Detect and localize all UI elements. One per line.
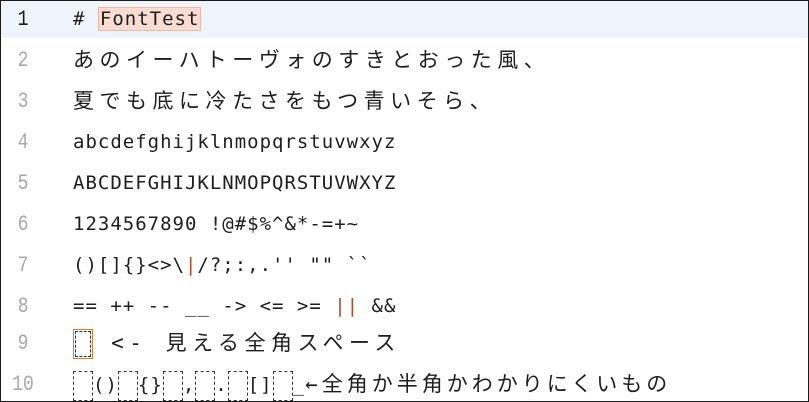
line-number: 7 — [17, 253, 29, 278]
editor-line-9[interactable]: 9 <- 見える全角スペース — [1, 325, 808, 362]
editor-line-1[interactable]: 1 # FontTest — [1, 1, 808, 38]
heading-marker: # — [73, 8, 98, 30]
fullwidth-space-marker — [162, 370, 183, 401]
editor-line-10[interactable]: 10 () {},. [] _←全角か半角かわかりにくいもの — [1, 366, 808, 401]
fullwidth-space-marker — [195, 370, 216, 401]
fullwidth-space-marker — [73, 329, 93, 359]
line-text[interactable]: abcdefghijklnmopqrstuvwxyz — [73, 124, 396, 161]
fw-char: } — [150, 374, 163, 396]
line-number: 6 — [17, 212, 29, 237]
editor-line-5[interactable]: 5 ABCDEFGHIJKLNMOPQRSTUVWXYZ — [1, 165, 808, 202]
code-editor[interactable]: 1 # FontTest 2 あのイーハトーヴォのすきとおった風、 3 夏でも底… — [0, 0, 809, 402]
line-number: 4 — [17, 130, 29, 155]
editor-line-6[interactable]: 6 1234567890 !@#$%^&*-=+~ — [1, 206, 808, 243]
editor-line-4[interactable]: 4 abcdefghijklnmopqrstuvwxyz — [1, 124, 808, 161]
fw-char: . — [215, 374, 228, 396]
fullwidth-space-marker — [117, 370, 138, 401]
bar-char: || — [334, 295, 360, 317]
text-segment: && — [359, 295, 397, 317]
line-text[interactable]: 1234567890 !@#$%^&*-=+~ — [73, 206, 359, 243]
text-segment: /?;:,.'' "" `` — [197, 254, 372, 276]
fw-char: { — [137, 374, 151, 396]
line-number: 2 — [17, 48, 29, 73]
editor-line-3[interactable]: 3 夏でも底に冷たさをもつ青いそら、 — [1, 83, 808, 120]
line-text[interactable]: ()[]{}<>\|/?;:,.'' "" `` — [73, 247, 372, 284]
line-text[interactable]: ABCDEFGHIJKLNMOPQRSTUVWXYZ — [73, 165, 396, 202]
fw-char: ) — [105, 374, 118, 396]
editor-line-7[interactable]: 7 ()[]{}<>\|/?;:,.'' "" `` — [1, 247, 808, 284]
fw-char: ( — [93, 374, 106, 396]
editor-line-2[interactable]: 2 あのイーハトーヴォのすきとおった風、 — [1, 42, 808, 79]
line-number: 3 — [17, 89, 29, 114]
fullwidth-space-marker — [227, 370, 248, 401]
line-text[interactable]: <- 見える全角スペース — [73, 325, 401, 362]
fw-char: [ — [247, 374, 261, 396]
bar-char: | — [184, 254, 198, 276]
fw-char: , — [182, 374, 196, 396]
line-number: 5 — [17, 171, 29, 196]
fullwidth-space-marker — [73, 370, 93, 401]
line-text[interactable]: 夏でも底に冷たさをもつ青いそら、 — [73, 83, 496, 120]
editor-line-8[interactable]: 8 == ++ -- __ -> <= >= || && — [1, 288, 808, 325]
fullwidth-space-marker — [272, 370, 293, 401]
line-number: 8 — [17, 294, 29, 319]
line-number: 10 — [12, 372, 34, 397]
line-number: 9 — [17, 331, 29, 356]
fw-char: ] — [260, 374, 273, 396]
fw-char: _ — [292, 374, 306, 396]
text-segment: ()[]{}<>\ — [73, 254, 185, 276]
text-segment: <- 見える全角スペース — [93, 331, 401, 355]
line-text[interactable]: == ++ -- __ -> <= >= || && — [73, 288, 396, 325]
search-highlight: FontTest — [97, 7, 202, 31]
text-segment: ←全角か半角かわかりにくいもの — [305, 372, 672, 396]
line-text[interactable]: () {},. [] _←全角か半角かわかりにくいもの — [73, 366, 672, 401]
line-text[interactable]: # FontTest — [73, 1, 202, 38]
line-text[interactable]: あのイーハトーヴォのすきとおった風、 — [73, 42, 550, 79]
text-segment: == ++ -- __ -> <= >= — [73, 295, 335, 317]
line-number: 1 — [17, 7, 29, 32]
